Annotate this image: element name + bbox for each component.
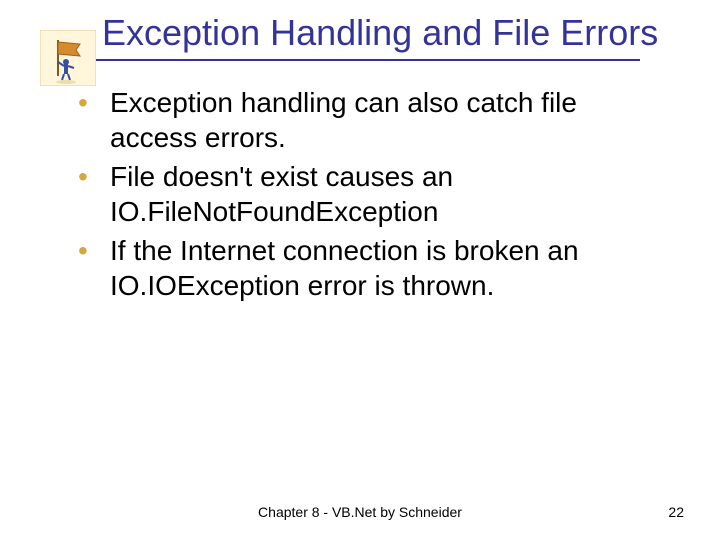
flag-person-icon bbox=[40, 30, 96, 86]
page-number: 22 bbox=[668, 504, 684, 520]
bullet-item: File doesn't exist causes an IO.FileNotF… bbox=[70, 159, 660, 229]
bullet-item: If the Internet connection is broken an … bbox=[70, 233, 660, 303]
bullet-item: Exception handling can also catch file a… bbox=[70, 85, 660, 155]
slide: Exception Handling and File Errors Excep… bbox=[0, 0, 720, 540]
slide-header: Exception Handling and File Errors bbox=[0, 0, 720, 61]
footer-text: Chapter 8 - VB.Net by Schneider bbox=[0, 504, 720, 520]
slide-body: Exception handling can also catch file a… bbox=[0, 61, 720, 303]
slide-title: Exception Handling and File Errors bbox=[102, 12, 680, 53]
bullet-list: Exception handling can also catch file a… bbox=[70, 85, 660, 303]
title-underline bbox=[80, 59, 640, 61]
